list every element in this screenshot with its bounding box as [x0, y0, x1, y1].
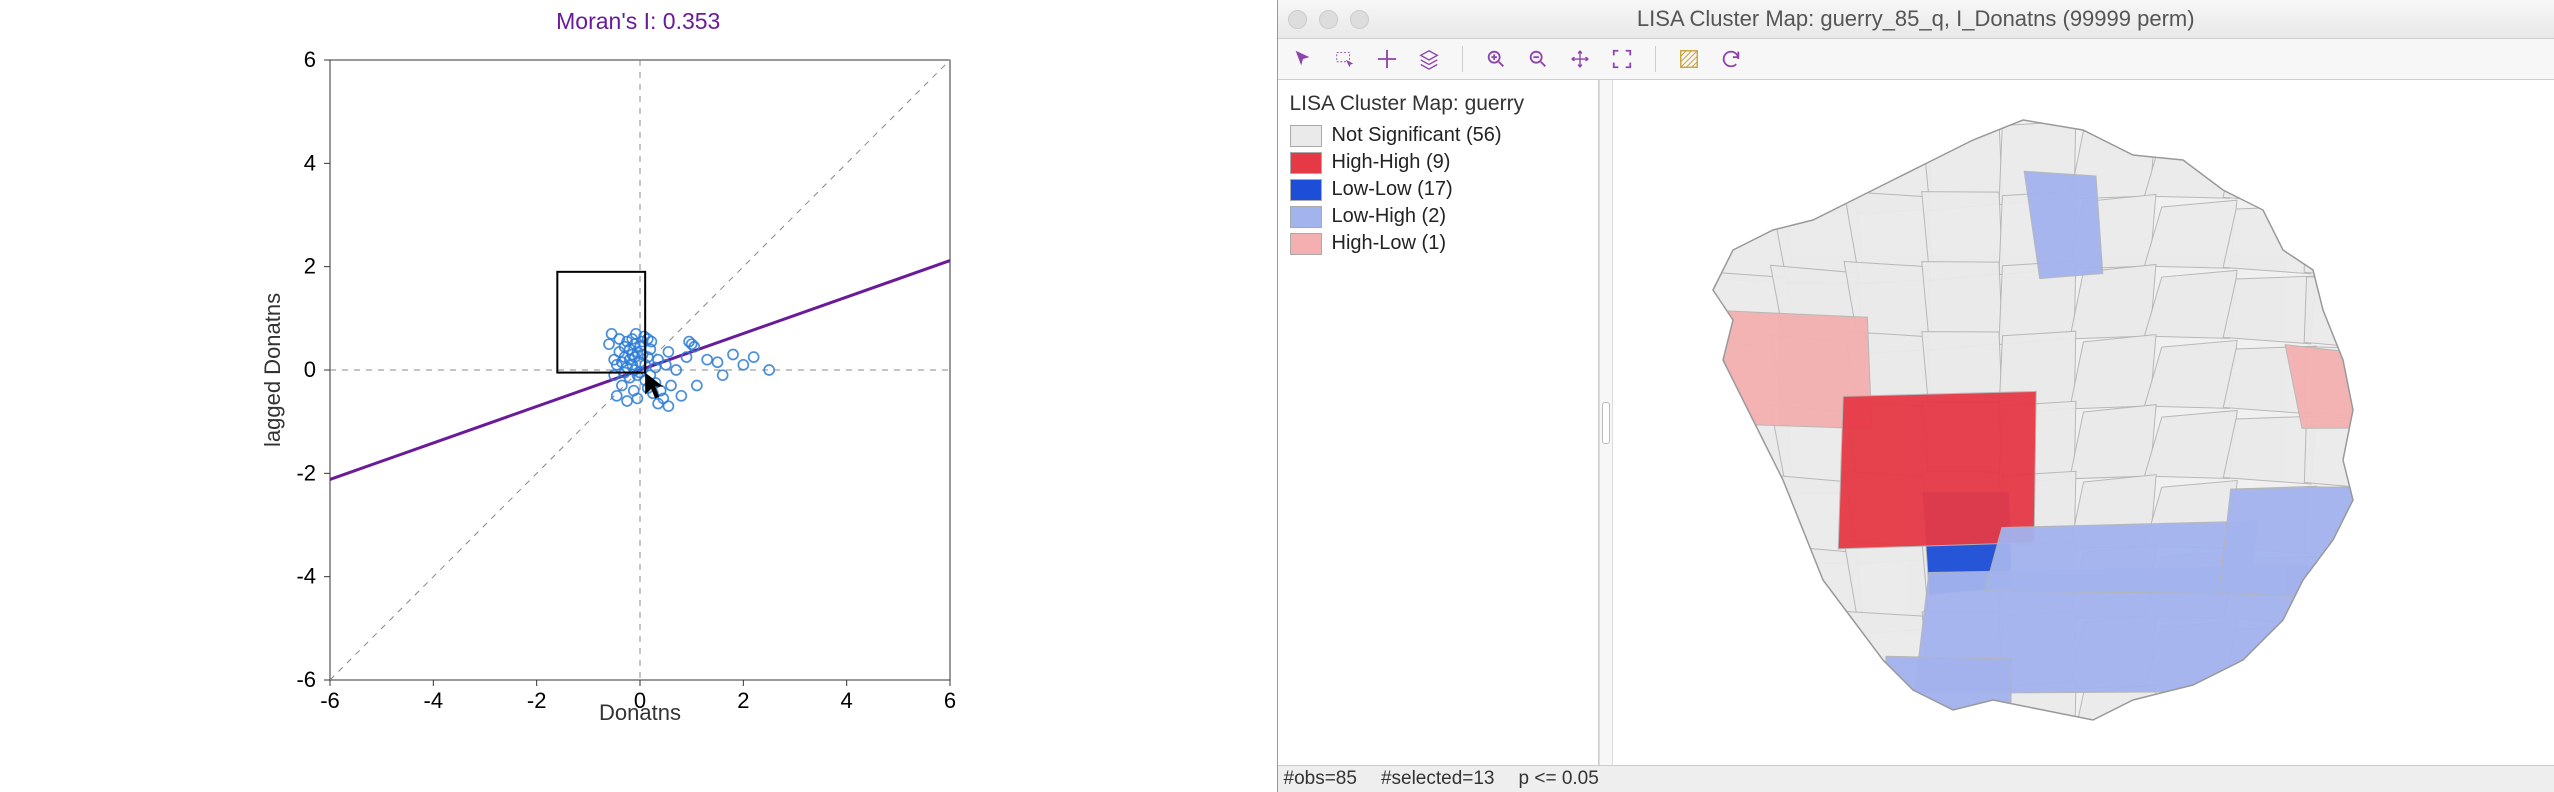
crosshair-tool-icon[interactable] [1372, 44, 1402, 74]
map-region[interactable] [2304, 137, 2383, 210]
legend-item[interactable]: Low-High (2) [1290, 205, 1590, 228]
legend-swatch-icon [1290, 179, 1322, 201]
map-region[interactable] [1700, 551, 1792, 634]
selected-count: #selected=13 [1381, 768, 1495, 790]
svg-text:6: 6 [304, 47, 316, 72]
zoom-in-tool-icon[interactable] [1481, 44, 1511, 74]
obs-count: #obs=85 [1284, 768, 1357, 790]
fit-tool-icon[interactable] [1607, 44, 1637, 74]
map-region[interactable] [2304, 626, 2382, 700]
legend-pane: LISA Cluster Map: guerry Not Significant… [1278, 80, 1599, 765]
layers-tool-icon[interactable] [1414, 44, 1444, 74]
scatter-plot[interactable]: -6-4-20246-6-4-20246 [330, 60, 950, 680]
hatch-tool-icon[interactable] [1674, 44, 1704, 74]
map-region[interactable] [2304, 556, 2382, 630]
map-region[interactable] [2069, 405, 2155, 479]
legend-item[interactable]: High-Low (1) [1290, 232, 1590, 255]
legend-title: LISA Cluster Map: guerry [1290, 92, 1590, 116]
pointer-tool-icon[interactable] [1288, 44, 1318, 74]
legend-label: High-Low (1) [1332, 232, 1446, 255]
map-region[interactable] [2304, 696, 2382, 740]
map-region[interactable] [2223, 276, 2316, 344]
legend-swatch-icon [1290, 152, 1322, 174]
map-region[interactable] [1700, 691, 1792, 740]
refresh-tool-icon[interactable] [1716, 44, 1746, 74]
legend-swatch-icon [1290, 233, 1322, 255]
map-toolbar [1278, 39, 2554, 80]
map-region[interactable] [2144, 130, 2237, 198]
zoom-out-tool-icon[interactable] [1523, 44, 1553, 74]
window-controls [1288, 10, 1369, 29]
legend-item[interactable]: Low-Low (17) [1290, 178, 1590, 201]
titlebar[interactable]: LISA Cluster Map: guerry_85_q, I_Donatns… [1278, 0, 2554, 39]
map-region[interactable] [2304, 277, 2383, 350]
svg-text:-4: -4 [296, 564, 316, 589]
zoom-icon[interactable] [1350, 10, 1369, 29]
svg-text:-2: -2 [296, 460, 316, 485]
map-region[interactable] [1700, 481, 1792, 564]
map-region[interactable] [1770, 125, 1864, 213]
lisa-map-window: LISA Cluster Map: guerry_85_q, I_Donatns… [1277, 0, 2554, 792]
map-region[interactable] [1770, 685, 1864, 740]
y-axis-label: lagged Donatns [260, 60, 286, 680]
moran-scatter-window: Moran's I (guerry_85_q): Donatns Moran's… [0, 0, 1277, 792]
window-title: LISA Cluster Map: guerry_85_q, I_Donatns… [1278, 6, 2554, 32]
legend-label: Low-Low (17) [1332, 178, 1453, 201]
map-canvas[interactable] [1613, 80, 2554, 765]
p-threshold: p <= 0.05 [1519, 768, 1599, 790]
legend-item[interactable]: High-High (9) [1290, 151, 1590, 174]
map-region[interactable] [2069, 335, 2155, 409]
svg-text:4: 4 [304, 150, 316, 175]
status-bar: #obs=85 #selected=13 p <= 0.05 [1278, 765, 2554, 792]
pan-tool-icon[interactable] [1565, 44, 1595, 74]
select-rect-tool-icon[interactable] [1330, 44, 1360, 74]
x-axis-label: Donatns [330, 700, 950, 726]
morans-i-label: Moran's I: 0.353 [0, 8, 1277, 35]
legend-label: Not Significant (56) [1332, 124, 1502, 147]
map-region-colored[interactable] [1984, 521, 2257, 594]
minimize-icon[interactable] [1319, 10, 1338, 29]
map-region-colored[interactable] [1884, 656, 2010, 715]
map-region[interactable] [2223, 696, 2316, 740]
svg-text:2: 2 [304, 254, 316, 279]
map-region-colored[interactable] [2218, 487, 2361, 600]
legend-swatch-icon [1290, 206, 1322, 228]
map-region[interactable] [2223, 136, 2316, 204]
scatter-plot-area[interactable]: Moran's I: 0.353 lagged Donatns -6-4-202… [0, 0, 1277, 792]
pane-resize-handle[interactable] [1599, 80, 1613, 765]
svg-text:0: 0 [304, 357, 316, 382]
legend-label: Low-High (2) [1332, 205, 1446, 228]
map-region[interactable] [1770, 615, 1864, 703]
legend-item[interactable]: Not Significant (56) [1290, 124, 1590, 147]
map-content: LISA Cluster Map: guerry Not Significant… [1278, 80, 2554, 765]
map-region[interactable] [2144, 691, 2237, 740]
legend-swatch-icon [1290, 125, 1322, 147]
map-region[interactable] [2304, 207, 2383, 280]
svg-text:-6: -6 [296, 667, 316, 692]
legend-label: High-High (9) [1332, 151, 1451, 174]
map-region[interactable] [1700, 132, 1791, 214]
close-icon[interactable] [1288, 10, 1307, 29]
map-region[interactable] [1700, 621, 1792, 704]
map-region-colored[interactable] [1838, 391, 2036, 549]
